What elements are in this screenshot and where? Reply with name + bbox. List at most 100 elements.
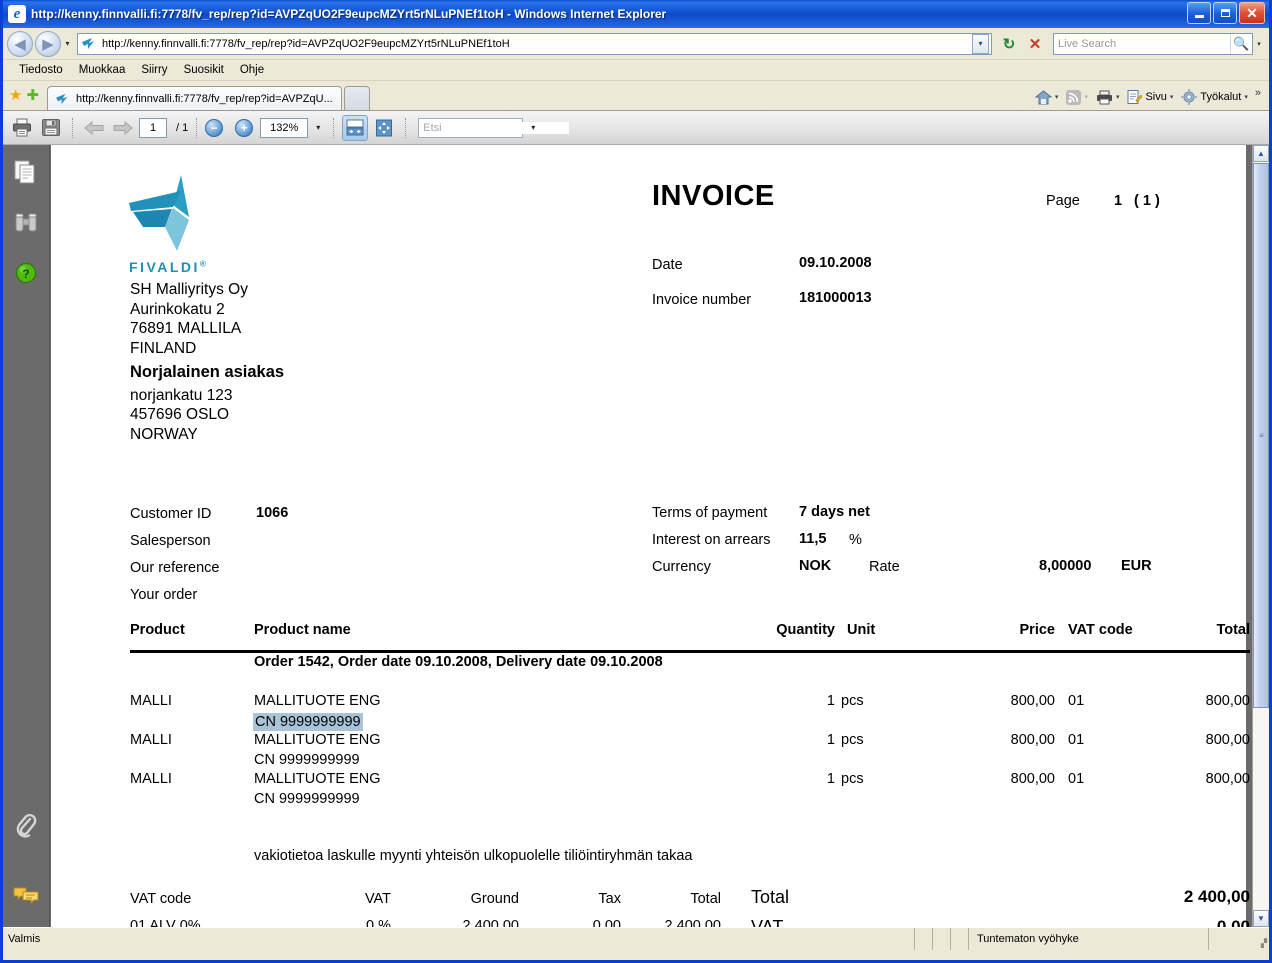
- order-info-line: Order 1542, Order date 09.10.2008, Deliv…: [254, 654, 663, 670]
- row-unit: pcs: [841, 693, 864, 709]
- status-pad: [915, 928, 933, 950]
- zoom-level-input[interactable]: 132%: [260, 117, 309, 138]
- url-field[interactable]: http://kenny.finnvalli.fi:7778/fv_rep/re…: [77, 32, 992, 55]
- history-dropdown-caret[interactable]: ▾: [61, 31, 74, 57]
- save-floppy-icon[interactable]: [38, 115, 64, 141]
- salesperson-label: Salesperson: [130, 533, 211, 549]
- our-reference-label: Our reference: [130, 560, 220, 576]
- vat-total-label: VAT: [751, 917, 784, 927]
- row-vat-code: 01: [1068, 732, 1085, 748]
- tools-menu-button[interactable]: Työkalut ▾: [1178, 87, 1250, 107]
- page-menu-label: Sivu: [1145, 91, 1167, 103]
- fit-page-icon[interactable]: [371, 115, 397, 141]
- scrollbar-track[interactable]: [1253, 708, 1269, 910]
- refresh-icon[interactable]: ↻: [997, 32, 1021, 56]
- window-controls: ✕: [1187, 2, 1265, 24]
- help-question-icon[interactable]: ?: [12, 259, 40, 287]
- scroll-up-button[interactable]: ▲: [1253, 145, 1269, 162]
- page-number-input[interactable]: 1: [139, 117, 167, 138]
- th-quantity: Quantity: [776, 622, 835, 638]
- site-favicon-icon: [82, 37, 98, 51]
- favorites-group: ★ ✚: [9, 82, 39, 110]
- scrollbar-thumb[interactable]: ≡: [1253, 163, 1269, 708]
- scroll-down-button[interactable]: ▼: [1253, 910, 1269, 927]
- pdf-nav-pane: ?: [3, 145, 50, 927]
- search-magnifier-icon[interactable]: 🔍: [1230, 33, 1252, 54]
- back-arrow-icon[interactable]: ◀: [7, 30, 33, 57]
- url-dropdown-caret[interactable]: ▾: [972, 33, 989, 54]
- resize-grip[interactable]: ▞: [1209, 928, 1269, 950]
- recipient-line: norjankatu 123: [130, 386, 233, 404]
- zoom-dropdown-caret[interactable]: ▾: [311, 123, 325, 132]
- add-favorite-icon[interactable]: ✚: [26, 86, 39, 104]
- fivaldi-butterfly-icon: [129, 175, 189, 251]
- minimize-button[interactable]: [1187, 2, 1211, 24]
- arrow-right-icon[interactable]: [110, 115, 136, 141]
- favorites-star-icon[interactable]: ★: [9, 86, 22, 104]
- forward-arrow-icon[interactable]: ▶: [35, 30, 61, 57]
- page-menu-button[interactable]: Sivu ▾: [1124, 88, 1176, 107]
- binoculars-search-icon[interactable]: [12, 209, 40, 237]
- menu-item-ohje[interactable]: Ohje: [232, 62, 272, 78]
- row-unit: pcs: [841, 732, 864, 748]
- menu-item-suosikit[interactable]: Suosikit: [176, 62, 232, 78]
- stop-icon[interactable]: ✕: [1023, 32, 1047, 56]
- toolbar-separator: [333, 117, 335, 138]
- print-caret[interactable]: ▾: [1116, 93, 1120, 101]
- th-product: Product: [130, 622, 185, 638]
- maximize-button[interactable]: [1213, 2, 1237, 24]
- live-search-box[interactable]: 🔍: [1053, 32, 1253, 55]
- invoice-number-label: Invoice number: [652, 292, 752, 308]
- browser-tab[interactable]: http://kenny.finnvalli.fi:7778/fv_rep/re…: [47, 86, 343, 110]
- search-dropdown-caret[interactable]: ▾: [1253, 40, 1265, 48]
- printer-icon[interactable]: [9, 115, 35, 141]
- find-input[interactable]: [419, 121, 570, 134]
- status-message: Valmis: [3, 928, 915, 950]
- date-value: 09.10.2008: [799, 255, 872, 271]
- your-order-label: Your order: [130, 587, 198, 603]
- menu-item-muokkaa[interactable]: Muokkaa: [71, 62, 134, 78]
- url-text: http://kenny.finnvalli.fi:7778/fv_rep/re…: [102, 37, 510, 50]
- search-input[interactable]: [1054, 37, 1230, 50]
- vertical-scrollbar[interactable]: ▲ ≡ ▼: [1252, 145, 1269, 927]
- row-quantity: 1: [826, 732, 835, 748]
- fivaldi-logo: FIVALDI®: [129, 175, 224, 275]
- new-tab-button[interactable]: [344, 86, 371, 110]
- rss-feed-icon[interactable]: ▾: [1063, 88, 1091, 107]
- customer-id-value: 1066: [256, 505, 289, 521]
- table-header-rule: [130, 650, 1250, 653]
- page-title: INVOICE: [652, 180, 775, 212]
- close-button[interactable]: ✕: [1239, 2, 1265, 24]
- page-menu-caret[interactable]: ▾: [1170, 93, 1174, 101]
- interest-on-arrears-value: 11,5: [799, 531, 827, 547]
- toolbar-overflow-chevron[interactable]: »: [1255, 87, 1261, 99]
- comments-bubbles-icon[interactable]: [12, 881, 40, 909]
- terms-of-payment-label: Terms of payment: [652, 505, 768, 521]
- tools-menu-caret[interactable]: ▾: [1244, 93, 1248, 101]
- arrow-left-icon[interactable]: [81, 115, 107, 141]
- printer-icon[interactable]: ▾: [1093, 88, 1123, 107]
- paperclip-attachments-icon[interactable]: [12, 813, 40, 841]
- zoom-out-button[interactable]: −: [205, 118, 224, 137]
- menu-item-tiedosto[interactable]: Tiedosto: [11, 62, 71, 78]
- row-product: MALLI: [130, 771, 172, 787]
- pages-thumbnails-icon[interactable]: [12, 159, 40, 187]
- home-caret[interactable]: ▾: [1055, 93, 1059, 101]
- row-product: MALLI: [130, 732, 172, 748]
- ie-window: e http://kenny.finnvalli.fi:7778/fv_rep/…: [0, 0, 1272, 963]
- interest-on-arrears-label: Interest on arrears: [652, 532, 771, 548]
- pdf-page-area[interactable]: FIVALDI® SH Malliyritys Oy Aurinkokatu 2…: [50, 145, 1252, 927]
- find-box[interactable]: [418, 117, 570, 138]
- menu-item-siirry[interactable]: Siirry: [133, 62, 175, 78]
- fit-width-icon[interactable]: [342, 114, 369, 141]
- row-product-sub[interactable]: CN 9999999999: [253, 713, 363, 731]
- page-total-label: / 1: [176, 121, 189, 134]
- sender-line: FINLAND: [130, 339, 197, 357]
- home-icon[interactable]: ▾: [1032, 88, 1062, 107]
- page-number: 1: [1114, 193, 1123, 209]
- zoom-in-button[interactable]: +: [235, 118, 254, 137]
- vat-th-tax: Tax: [598, 891, 621, 907]
- recipient-address: Norjalainen asiakas norjankatu 123 45769…: [130, 363, 284, 444]
- row-total: 800,00: [1205, 693, 1250, 709]
- find-dropdown-caret[interactable]: ▾: [526, 123, 540, 132]
